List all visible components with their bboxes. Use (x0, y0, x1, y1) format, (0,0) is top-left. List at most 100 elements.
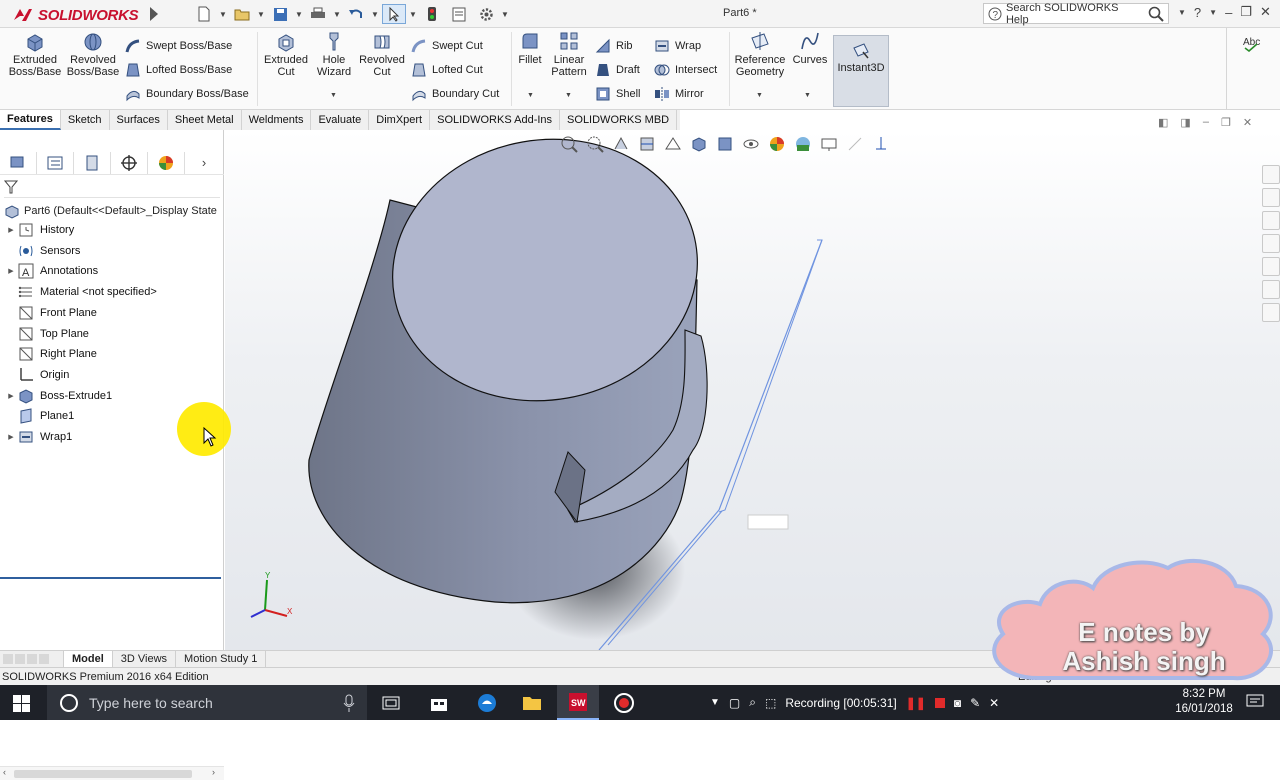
viewport-restore-icon[interactable]: ❐ (1221, 116, 1231, 129)
viewport-previous-icon[interactable]: ◧ (1158, 116, 1168, 129)
viewport-close-icon[interactable]: ✕ (1243, 116, 1252, 129)
apply-scene-icon[interactable] (794, 135, 812, 153)
file-properties-button[interactable] (447, 4, 471, 24)
file-explorer-app-button[interactable] (511, 685, 553, 720)
help-icon[interactable]: ? (1194, 5, 1201, 20)
view-settings-icon[interactable] (820, 135, 838, 153)
microphone-icon[interactable] (343, 694, 355, 712)
scroll-left-icon[interactable]: ‹ (3, 767, 6, 777)
close-icon[interactable]: ✕ (1260, 4, 1271, 20)
reference-geometry-button[interactable]: Reference Geometry (734, 30, 786, 78)
tree-item-annotations[interactable]: ▶ A Annotations (0, 261, 222, 281)
tray-window-icon[interactable]: ▢ (729, 696, 740, 710)
reference-geometry-dropdown-icon[interactable]: ▼ (756, 92, 763, 99)
close-recorder-icon[interactable]: ✕ (989, 696, 999, 710)
open-dropdown-icon[interactable]: ▼ (257, 4, 265, 24)
custom-properties-tab[interactable] (1262, 280, 1280, 299)
minimize-icon[interactable]: – (1225, 5, 1232, 20)
store-app-button[interactable] (418, 685, 460, 720)
dynamic-annotation-icon[interactable] (664, 135, 682, 153)
property-manager-tab[interactable] (37, 151, 74, 174)
configuration-manager-tab[interactable] (74, 151, 111, 174)
view-palette-tab[interactable] (1262, 234, 1280, 253)
dimxpert-manager-tab[interactable] (111, 151, 148, 174)
appearances-tab[interactable] (1262, 257, 1280, 276)
expand-arrow-icon[interactable]: ▶ (4, 433, 18, 441)
tree-item-top-plane[interactable]: Top Plane (0, 324, 222, 344)
bottom-tab-motion-study-1[interactable]: Motion Study 1 (176, 651, 267, 667)
curves-button[interactable]: Curves (790, 30, 830, 66)
rebuild-button[interactable] (420, 4, 444, 24)
recorder-app-button[interactable] (603, 685, 645, 720)
pause-recording-icon[interactable]: ❚❚ (906, 696, 926, 710)
tree-horizontal-scrollbar[interactable]: ‹ › (0, 766, 224, 780)
search-dropdown-icon[interactable]: ▼ (1178, 8, 1186, 17)
last-tab-icon[interactable] (39, 654, 49, 664)
tab-weldments[interactable]: Weldments (242, 110, 312, 130)
tray-zoom-icon[interactable]: ⌕ (749, 695, 756, 710)
view-orientation-icon[interactable] (690, 135, 708, 153)
tab-sketch[interactable]: Sketch (61, 110, 110, 130)
prev-tab-icon[interactable] (15, 654, 25, 664)
bottom-tab-model[interactable]: Model (64, 651, 113, 667)
taskbar-clock[interactable]: 8:32 PM 16/01/2018 (1170, 687, 1238, 717)
edge-app-button[interactable] (466, 685, 508, 720)
section-view-icon[interactable] (638, 135, 656, 153)
zoom-to-fit-icon[interactable] (560, 135, 578, 153)
expand-arrow-icon[interactable]: ▶ (4, 267, 18, 275)
pen-icon[interactable]: ✎ (970, 696, 980, 710)
select-dropdown-icon[interactable]: ▼ (409, 4, 417, 24)
help-dropdown-icon[interactable]: ▼ (1209, 8, 1217, 17)
viewport-next-icon[interactable]: ◨ (1180, 116, 1190, 129)
first-tab-icon[interactable] (3, 654, 13, 664)
taskbar-search-box[interactable]: Type here to search (47, 685, 367, 720)
forum-tab[interactable] (1262, 303, 1280, 322)
spell-check-icon[interactable]: Abc (1241, 34, 1261, 52)
tree-item-front-plane[interactable]: Front Plane (0, 303, 222, 323)
tree-item-history[interactable]: ▶ History (0, 220, 222, 240)
previous-view-icon[interactable] (612, 135, 630, 153)
expand-arrow-icon[interactable]: ▶ (4, 226, 18, 234)
scroll-thumb[interactable] (14, 770, 192, 778)
feature-manager-tab[interactable] (0, 151, 37, 174)
menu-expand-icon[interactable] (150, 7, 158, 21)
tab-evaluate[interactable]: Evaluate (311, 110, 370, 130)
tree-item-sensors[interactable]: Sensors (0, 241, 222, 261)
instant3d-button[interactable]: Instant3D (833, 35, 889, 107)
save-button[interactable] (268, 4, 292, 24)
tab-solidworks-mbd[interactable]: SOLIDWORKS MBD (560, 110, 678, 130)
tab-surfaces[interactable]: Surfaces (110, 110, 168, 130)
next-tab-icon[interactable] (27, 654, 37, 664)
search-icon[interactable] (1148, 6, 1164, 22)
solidworks-app-button[interactable]: SW (557, 685, 599, 720)
tree-item-origin[interactable]: Origin (0, 365, 222, 385)
viewport-minimize-icon[interactable]: – (1203, 116, 1209, 129)
help-search-box[interactable]: ? Search SOLIDWORKS Help (983, 2, 1169, 26)
camera-icon[interactable]: ◙ (954, 696, 961, 710)
expand-arrow-icon[interactable]: ▶ (4, 392, 18, 400)
hide-show-icon[interactable] (742, 135, 760, 153)
tab-solidworks-add-ins[interactable]: SOLIDWORKS Add-Ins (430, 110, 561, 130)
print-button[interactable] (306, 4, 330, 24)
print-dropdown-icon[interactable]: ▼ (333, 4, 341, 24)
tab-dimxpert[interactable]: DimXpert (369, 110, 431, 130)
options-button[interactable] (474, 4, 498, 24)
realview-icon[interactable] (846, 135, 864, 153)
tray-expand-icon[interactable]: ▼ (710, 697, 720, 708)
tree-item-material-not-specified[interactable]: Material <not specified> (0, 282, 222, 302)
zoom-to-area-icon[interactable] (586, 135, 604, 153)
curves-dropdown-icon[interactable]: ▼ (804, 92, 811, 99)
stop-recording-icon[interactable] (934, 697, 945, 708)
tab-sheet-metal[interactable]: Sheet Metal (168, 110, 242, 130)
tree-filter[interactable] (3, 180, 220, 198)
solidworks-logo[interactable]: SOLIDWORKS (12, 5, 139, 25)
save-dropdown-icon[interactable]: ▼ (295, 4, 303, 24)
start-button[interactable] (13, 695, 30, 715)
tree-item-boss-extrude1[interactable]: ▶ Boss-Extrude1 (0, 386, 222, 406)
undo-dropdown-icon[interactable]: ▼ (371, 4, 379, 24)
task-view-button[interactable] (370, 685, 412, 720)
solidworks-resources-tab[interactable] (1262, 165, 1280, 184)
notifications-button[interactable] (1246, 694, 1264, 713)
edit-appearance-icon[interactable] (768, 135, 786, 153)
undo-button[interactable] (344, 4, 368, 24)
